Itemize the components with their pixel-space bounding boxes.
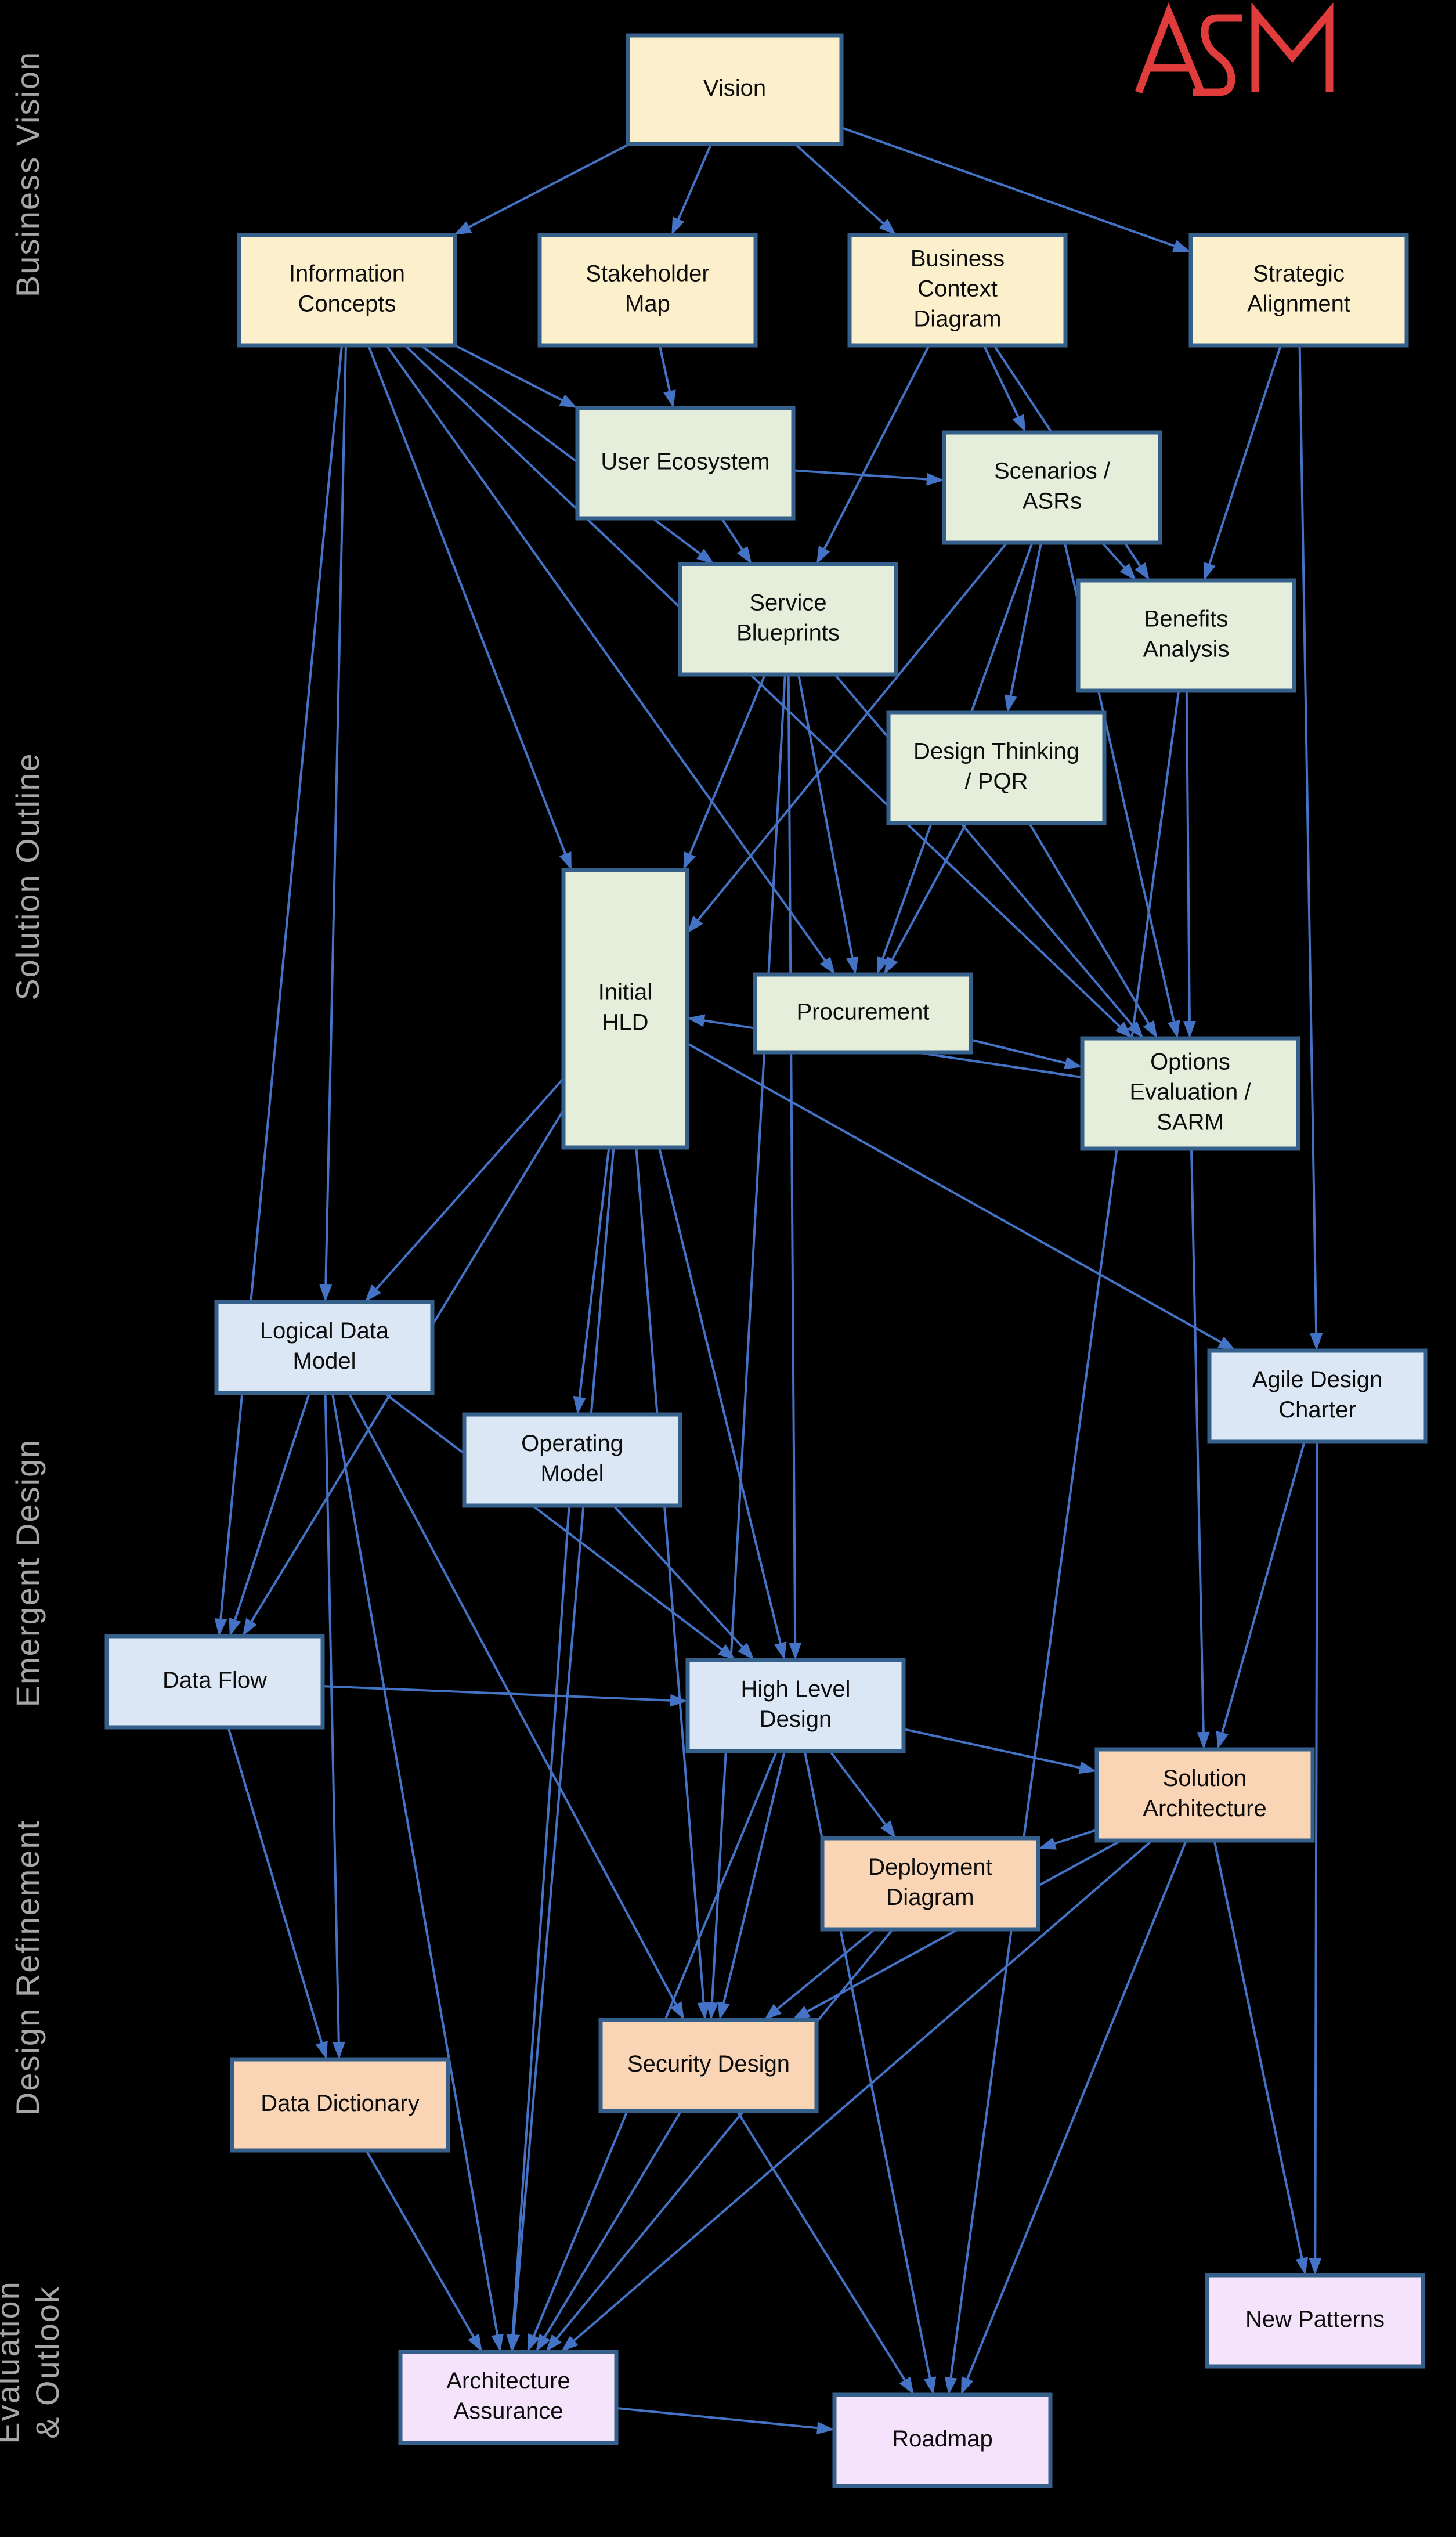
phase-label-text: Solution Outline (9, 752, 46, 1000)
node-label-logical-data-model: Model (293, 1348, 356, 1374)
node-box-high-level-design[interactable] (685, 1658, 906, 1753)
node-label-data-dictionary: Data Dictionary (261, 2091, 419, 2116)
phase-label-emergent-design: Emergent Design (9, 1439, 46, 1708)
node-label-architecture-assurance: Architecture (446, 2368, 570, 2394)
node-label-high-level-design: High Level (740, 1676, 850, 1702)
node-label-deployment-diagram: Deployment (868, 1854, 992, 1880)
node-label-service-blueprints: Blueprints (736, 620, 840, 646)
node-procurement[interactable]: Procurement (753, 972, 973, 1055)
node-options-evaluation[interactable]: Options Evaluation / SARM (1080, 1036, 1300, 1151)
phase-label-text: & Outlook (29, 2286, 66, 2439)
node-service-blueprints[interactable]: Service Blueprints (678, 562, 898, 677)
node-label-business-context: Business (911, 246, 1005, 272)
node-label-new-patterns: New Patterns (1245, 2307, 1385, 2332)
node-label-design-thinking-pqr: Design Thinking (913, 739, 1079, 764)
phase-label-text: Evaluation (0, 2280, 26, 2444)
node-label-design-thinking-pqr: / PQR (965, 769, 1028, 795)
node-label-user-ecosystem: User Ecosystem (601, 449, 769, 475)
node-box-operating-model[interactable] (462, 1412, 682, 1508)
node-box-scenarios-asrs[interactable] (942, 430, 1162, 545)
node-box-information-concepts[interactable] (237, 233, 457, 348)
node-architecture-assurance[interactable]: Architecture Assurance (398, 2350, 619, 2445)
node-box-architecture-assurance[interactable] (398, 2350, 619, 2445)
node-data-dictionary[interactable]: Data Dictionary (230, 2057, 450, 2153)
diagram-canvas: Vision Information Concepts Stakeholder Map B… (0, 0, 1456, 2537)
node-label-business-context: Context (917, 276, 998, 302)
node-box-initial-hld[interactable] (561, 868, 689, 1150)
node-label-information-concepts: Information (289, 261, 405, 287)
node-label-initial-hld: Initial (598, 980, 652, 1005)
node-label-business-context: Diagram (913, 306, 1001, 332)
node-box-agile-design-charter[interactable] (1207, 1348, 1428, 1444)
node-label-high-level-design: Design (760, 1706, 832, 1732)
node-box-strategic-alignment[interactable] (1188, 233, 1409, 348)
node-strategic-alignment[interactable]: Strategic Alignment (1188, 233, 1409, 348)
node-label-deployment-diagram: Diagram (886, 1885, 974, 1910)
node-box-stakeholder-map[interactable] (537, 233, 758, 348)
node-label-vision: Vision (703, 75, 766, 101)
node-label-scenarios-asrs: Scenarios / (994, 459, 1111, 484)
node-agile-design-charter[interactable]: Agile Design Charter (1207, 1348, 1428, 1444)
node-box-logical-data-model[interactable] (214, 1300, 435, 1395)
node-solution-architecture[interactable]: Solution Architecture (1094, 1747, 1315, 1843)
node-label-data-flow: Data Flow (162, 1668, 267, 1693)
node-operating-model[interactable]: Operating Model (462, 1412, 682, 1508)
node-box-deployment-diagram[interactable] (820, 1836, 1040, 1932)
phase-label-text: Business Vision (9, 51, 46, 297)
asm-architecture-diagram: Vision Information Concepts Stakeholder Map B… (0, 0, 1456, 2537)
node-label-benefits-analysis: Benefits (1144, 607, 1229, 632)
node-user-ecosystem[interactable]: User Ecosystem (575, 406, 796, 521)
node-label-stakeholder-map: Map (625, 291, 670, 317)
node-label-strategic-alignment: Alignment (1247, 291, 1350, 317)
node-label-service-blueprints: Service (749, 590, 826, 616)
phase-label-design-refinement: Design Refinement (9, 1820, 46, 2116)
phase-label-solution-outline: Solution Outline (9, 752, 46, 1000)
node-label-architecture-assurance: Assurance (454, 2398, 563, 2424)
node-high-level-design[interactable]: High Level Design (685, 1658, 906, 1753)
node-box-design-thinking-pqr[interactable] (886, 710, 1107, 825)
node-business-context[interactable]: Business Context Diagram (847, 233, 1068, 348)
node-label-solution-architecture: Solution (1163, 1766, 1247, 1791)
node-label-solution-architecture: Architecture (1143, 1796, 1266, 1821)
node-label-logical-data-model: Logical Data (260, 1318, 389, 1344)
node-box-solution-architecture[interactable] (1094, 1747, 1315, 1843)
node-deployment-diagram[interactable]: Deployment Diagram (820, 1836, 1040, 1932)
node-label-benefits-analysis: Analysis (1143, 637, 1230, 662)
node-security-design[interactable]: Security Design (598, 2018, 819, 2113)
node-information-concepts[interactable]: Information Concepts (237, 233, 457, 348)
node-label-options-evaluation: Evaluation / (1129, 1080, 1251, 1105)
node-logical-data-model[interactable]: Logical Data Model (214, 1300, 435, 1395)
node-data-flow[interactable]: Data Flow (104, 1634, 325, 1730)
node-new-patterns[interactable]: New Patterns (1205, 2273, 1425, 2369)
node-label-roadmap: Roadmap (892, 2426, 992, 2452)
node-label-stakeholder-map: Stakeholder (586, 261, 709, 287)
node-label-options-evaluation: SARM (1157, 1110, 1224, 1135)
phase-label-text: Emergent Design (9, 1439, 46, 1708)
node-box-service-blueprints[interactable] (678, 562, 898, 677)
phase-label-evaluation-outlook: Evaluation & Outlook (0, 2280, 66, 2444)
node-scenarios-asrs[interactable]: Scenarios / ASRs (942, 430, 1162, 545)
node-vision[interactable]: Vision (626, 33, 844, 146)
node-initial-hld[interactable]: Initial HLD (561, 868, 689, 1150)
phase-label-business-vision: Business Vision (9, 51, 46, 297)
node-label-scenarios-asrs: ASRs (1023, 489, 1082, 514)
node-box-benefits-analysis[interactable] (1076, 578, 1296, 693)
node-label-operating-model: Model (541, 1461, 604, 1486)
node-stakeholder-map[interactable]: Stakeholder Map (537, 233, 758, 348)
node-label-security-design: Security Design (627, 2051, 790, 2077)
node-label-information-concepts: Concepts (298, 291, 396, 317)
node-roadmap[interactable]: Roadmap (832, 2392, 1053, 2488)
node-design-thinking-pqr[interactable]: Design Thinking / PQR (886, 710, 1107, 825)
canvas-background (0, 0, 1456, 2537)
node-label-strategic-alignment: Strategic (1253, 261, 1345, 287)
node-label-operating-model: Operating (521, 1431, 623, 1456)
phase-label-text: Design Refinement (9, 1820, 46, 2116)
node-label-procurement: Procurement (797, 999, 930, 1025)
node-label-agile-design-charter: Agile Design (1252, 1367, 1383, 1392)
node-label-agile-design-charter: Charter (1278, 1397, 1356, 1423)
node-label-initial-hld: HLD (602, 1010, 648, 1035)
node-label-options-evaluation: Options (1150, 1049, 1230, 1075)
node-benefits-analysis[interactable]: Benefits Analysis (1076, 578, 1296, 693)
